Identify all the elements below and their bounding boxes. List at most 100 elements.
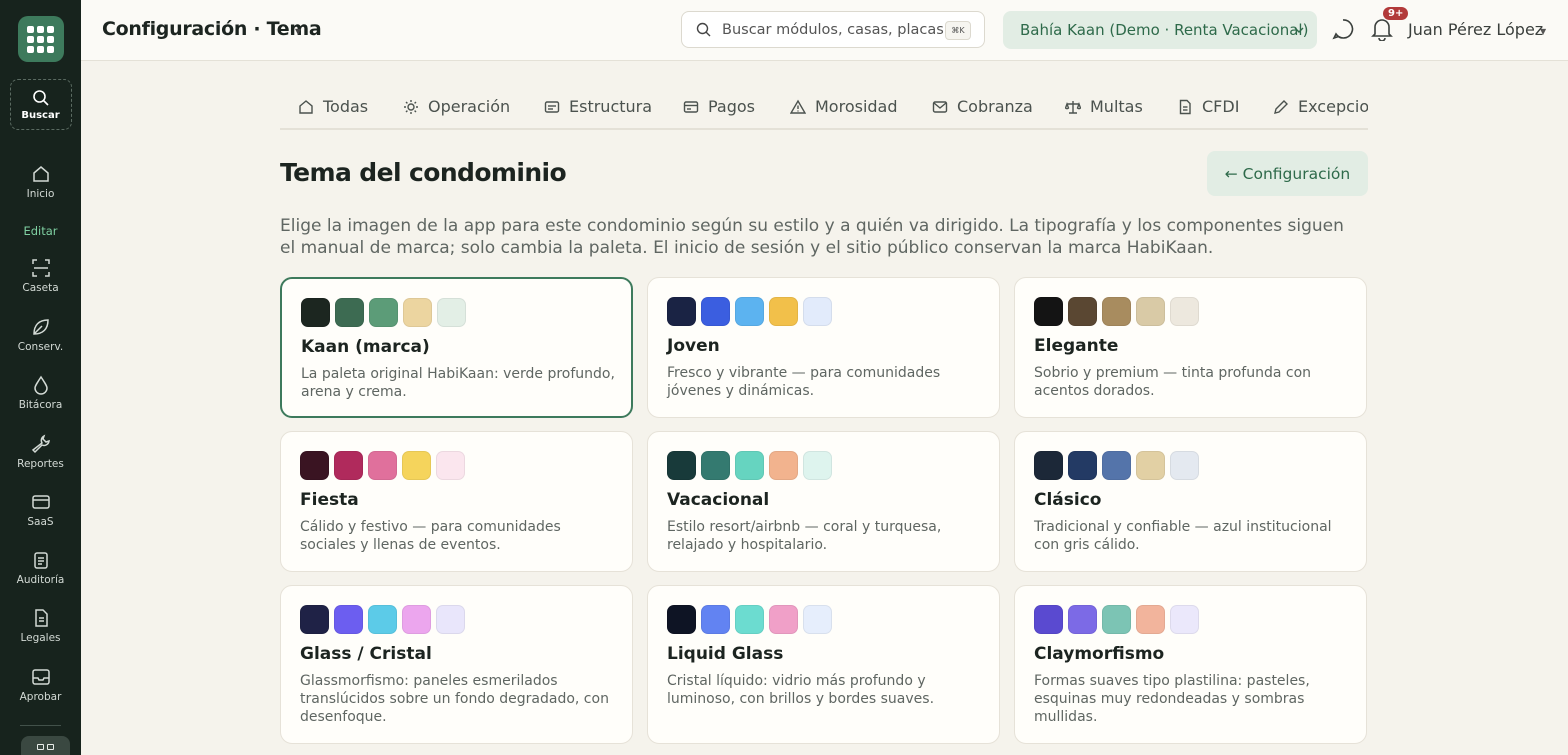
- tab-todas[interactable]: Todas: [298, 97, 368, 116]
- sidebar-item-label: Auditoría: [16, 574, 65, 586]
- theme-description: Sobrio y premium — tinta profunda con ac…: [1034, 365, 1312, 399]
- color-swatch: [769, 297, 798, 326]
- tab-multas[interactable]: Multas: [1065, 97, 1143, 116]
- sidebar-item-bitacora[interactable]: Bitácora: [0, 375, 81, 411]
- sidebar-item-saas[interactable]: SaaS: [0, 492, 81, 528]
- sidebar-item-conserv[interactable]: Conserv.: [0, 317, 81, 353]
- search-icon: [32, 89, 49, 106]
- theme-name: Glass / Cristal: [300, 644, 432, 664]
- color-swatches: [301, 298, 466, 327]
- sidebar-item-aprobar[interactable]: Aprobar: [0, 667, 81, 703]
- theme-card-clasico[interactable]: Clásico Tradicional y confiable — azul i…: [1014, 431, 1367, 572]
- color-swatch: [701, 605, 730, 634]
- theme-card-claymorfismo[interactable]: Claymorfismo Formas suaves tipo plastili…: [1014, 585, 1367, 744]
- organization-name: Bahía Kaan (Demo · Renta Vacacional): [1020, 21, 1309, 39]
- color-swatch: [301, 298, 330, 327]
- color-swatch: [436, 451, 465, 480]
- section-description: Elige la imagen de la app para este cond…: [280, 216, 1344, 258]
- pencil-icon: [1274, 99, 1288, 114]
- sidebar-item-reportes[interactable]: Reportes: [0, 434, 81, 470]
- theme-card-glass[interactable]: Glass / Cristal Glassmorfismo: paneles e…: [280, 585, 633, 744]
- tab-pagos[interactable]: Pagos: [683, 97, 755, 116]
- organization-select[interactable]: Bahía Kaan (Demo · Renta Vacacional): [1003, 11, 1317, 49]
- theme-description: Cristal líquido: vidrio más profundo y l…: [667, 673, 935, 707]
- search-shortcut-badge: ⌘K: [945, 21, 971, 40]
- color-swatch: [1068, 451, 1097, 480]
- user-menu[interactable]: Juan Pérez López: [1408, 20, 1543, 39]
- sidebar-item-label: SaaS: [27, 516, 54, 528]
- theme-description: Cálido y festivo — para comunidades soci…: [300, 519, 561, 553]
- theme-card-kaan[interactable]: Kaan (marca) La paleta original HabiKaan…: [280, 277, 633, 418]
- apps-grid-icon[interactable]: [17, 16, 64, 62]
- layout-toggle-button[interactable]: [21, 736, 70, 755]
- bell-icon[interactable]: [1371, 17, 1393, 41]
- caret-down-icon[interactable]: ▼: [295, 27, 301, 36]
- sidebar-item-label: Bitácora: [18, 399, 63, 411]
- color-swatch: [300, 451, 329, 480]
- color-swatches: [1034, 451, 1199, 480]
- global-search-input[interactable]: Buscar módulos, casas, placas… ⌘K: [681, 11, 985, 48]
- theme-card-elegante[interactable]: Elegante Sobrio y premium — tinta profun…: [1014, 277, 1367, 418]
- sidebar-item-label: Conserv.: [17, 341, 64, 353]
- color-swatches: [1034, 605, 1199, 634]
- theme-name: Joven: [667, 336, 720, 356]
- color-swatch: [1034, 605, 1063, 634]
- color-swatch: [1102, 297, 1131, 326]
- tab-excepciones[interactable]: Excepcio: [1273, 97, 1368, 116]
- color-swatch: [335, 298, 364, 327]
- color-swatch: [437, 298, 466, 327]
- color-swatch: [402, 451, 431, 480]
- sidebar-search-label: Buscar: [21, 109, 60, 121]
- color-swatch: [300, 605, 329, 634]
- page-title[interactable]: Configuración · Tema: [102, 18, 322, 40]
- sidebar-divider: [20, 725, 61, 726]
- chevron-down-icon: [1294, 27, 1304, 33]
- color-swatch: [701, 297, 730, 326]
- color-swatch: [667, 451, 696, 480]
- tab-label: Morosidad: [815, 97, 898, 116]
- mail-icon: [932, 100, 948, 113]
- theme-card-vacacional[interactable]: Vacacional Estilo resort/airbnb — coral …: [647, 431, 1000, 572]
- sidebar-section-edit: Editar: [23, 224, 58, 238]
- caret-down-icon[interactable]: ▼: [1540, 27, 1546, 36]
- tab-estructura[interactable]: Estructura: [544, 97, 652, 116]
- theme-card-joven[interactable]: Joven Fresco y vibrante — para comunidad…: [647, 277, 1000, 418]
- tab-label: Operación: [428, 97, 511, 116]
- wrench-icon: [31, 434, 50, 454]
- theme-card-liquid-glass[interactable]: Liquid Glass Cristal líquido: vidrio más…: [647, 585, 1000, 744]
- theme-card-fiesta[interactable]: Fiesta Cálido y festivo — para comunidad…: [280, 431, 633, 572]
- tab-label: CFDI: [1202, 97, 1240, 116]
- sidebar-item-legales[interactable]: Legales: [0, 608, 81, 644]
- theme-description: Estilo resort/airbnb — coral y turquesa,…: [667, 519, 942, 553]
- theme-description: Fresco y vibrante — para comunidades jóv…: [667, 365, 941, 399]
- color-swatch: [1102, 605, 1131, 634]
- id-card-icon: [544, 100, 560, 113]
- section-title: Tema del condominio: [280, 158, 567, 187]
- chat-icon[interactable]: [1332, 18, 1354, 40]
- inbox-icon: [31, 669, 50, 685]
- color-swatches: [1034, 297, 1199, 326]
- search-placeholder: Buscar módulos, casas, placas…: [722, 22, 959, 38]
- color-swatch: [403, 298, 432, 327]
- home-icon: [299, 99, 313, 114]
- tab-cobranza[interactable]: Cobranza: [932, 97, 1033, 116]
- sidebar-item-label: Inicio: [26, 188, 55, 200]
- sidebar-item-caseta[interactable]: Caseta: [0, 258, 81, 294]
- sidebar-item-auditoria[interactable]: Auditoría: [0, 550, 81, 586]
- tab-morosidad[interactable]: Morosidad: [790, 97, 898, 116]
- theme-name: Kaan (marca): [301, 337, 430, 357]
- back-to-settings-button[interactable]: ← Configuración: [1207, 151, 1368, 196]
- file-icon: [1179, 99, 1191, 114]
- color-swatches: [667, 605, 832, 634]
- tab-operacion[interactable]: Operación: [403, 97, 510, 116]
- sidebar-item-inicio[interactable]: Inicio: [0, 164, 81, 200]
- sidebar-search-button[interactable]: Buscar: [9, 79, 72, 130]
- top-header: Configuración · Tema ▼ Buscar módulos, c…: [81, 0, 1568, 61]
- color-swatch: [1034, 297, 1063, 326]
- theme-name: Clásico: [1034, 490, 1102, 510]
- color-swatch: [667, 297, 696, 326]
- warning-icon: [790, 99, 806, 114]
- sun-icon: [404, 99, 418, 114]
- sidebar: Buscar Inicio Editar Caseta Conserv. Bit…: [0, 0, 81, 755]
- tab-cfdi[interactable]: CFDI: [1177, 97, 1239, 116]
